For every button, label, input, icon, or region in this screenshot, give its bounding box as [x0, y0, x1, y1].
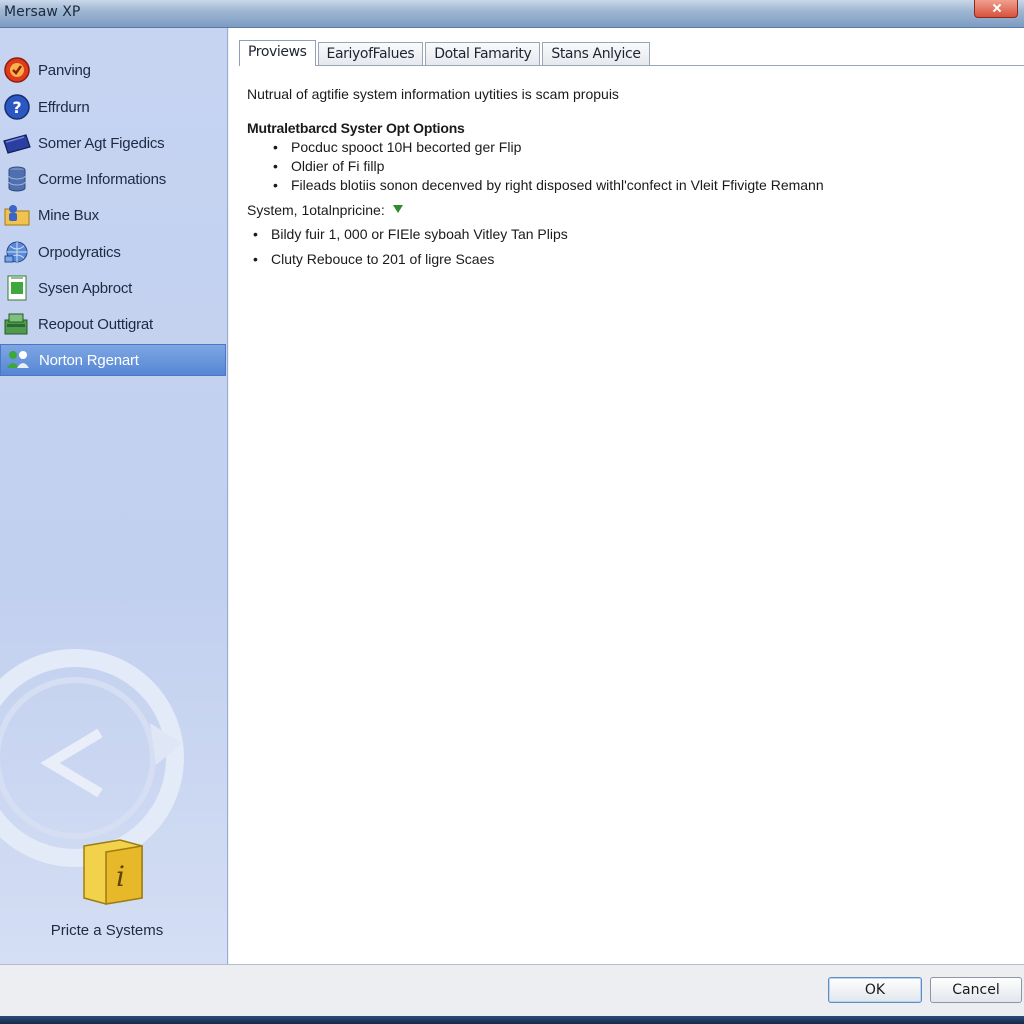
system-list: Bildy fuir 1, 000 or FIEle syboah Vitley… — [253, 226, 568, 276]
application-window: Mersaw XP Panving ? Effrdurn Somer Agt F… — [0, 0, 1024, 1024]
sidebar-item-label: Mine Bux — [38, 206, 99, 224]
system-dropdown[interactable]: System, 1otalnpricine: — [247, 202, 403, 218]
list-item: Bildy fuir 1, 000 or FIEle syboah Vitley… — [253, 226, 568, 251]
list-item: Oldier of Fi fillp — [273, 158, 824, 177]
close-button[interactable] — [974, 0, 1018, 18]
tab-dotal-famarity[interactable]: Dotal Famarity — [425, 42, 541, 66]
sidebar-item-panving[interactable]: Panving — [0, 54, 226, 86]
options-list: Pocduc spooct 10H becorted ger Flip Oldi… — [273, 139, 824, 196]
window-title: Mersaw XP — [4, 4, 81, 20]
svg-text:i: i — [116, 860, 125, 893]
sidebar-item-label: Sysen Apbroct — [38, 279, 133, 297]
sidebar-item-label: Effrdurn — [38, 98, 90, 116]
green-hardware-icon — [2, 309, 32, 339]
sidebar-item-label: Orpodyratics — [38, 243, 121, 261]
sidebar-item-mine-bux[interactable]: Mine Bux — [0, 199, 226, 231]
sidebar-item-label: Reopout Outtigrat — [38, 315, 154, 333]
sidebar-item-norton-rgenart[interactable]: Norton Rgenart — [0, 344, 226, 376]
sidebar-item-label: Corme Informations — [38, 170, 167, 188]
intro-text: Nutrual of agtifie system information uy… — [247, 86, 619, 102]
sidebar: Panving ? Effrdurn Somer Agt Figedics Co… — [0, 28, 228, 964]
dropdown-arrow-icon[interactable] — [392, 205, 403, 213]
taskbar — [0, 1016, 1024, 1024]
sidebar-item-reopout-outtigrat[interactable]: Reopout Outtigrat — [0, 308, 226, 340]
sidebar-item-orpodyratics[interactable]: Orpodyratics — [0, 236, 226, 268]
blue-help-icon: ? — [2, 92, 32, 122]
tab-strip: Proviews EariyofFalues Dotal Famarity St… — [239, 40, 652, 66]
button-bar: OK Cancel — [0, 964, 1024, 1016]
blue-device-icon — [2, 128, 32, 158]
sidebar-item-somer-agt-figedics[interactable]: Somer Agt Figedics — [0, 127, 226, 159]
tab-eariyoffalues[interactable]: EariyofFalues — [317, 42, 424, 66]
tab-stans-anlyice[interactable]: Stans Anlyice — [542, 42, 650, 66]
sidebar-item-effrdurn[interactable]: ? Effrdurn — [0, 91, 226, 123]
sidebar-caption: Pricte a Systems — [50, 922, 164, 939]
sidebar-item-label: Panving — [38, 61, 91, 79]
list-item: Cluty Rebouce to 201 of ligre Scaes — [253, 251, 568, 276]
system-label: System, 1otalnpricine: — [247, 202, 385, 218]
folder-person-icon — [2, 200, 32, 230]
main-panel: Proviews EariyofFalues Dotal Famarity St… — [229, 28, 1024, 964]
svg-text:?: ? — [12, 98, 21, 117]
tab-proviews[interactable]: Proviews — [239, 40, 316, 66]
list-item: Pocduc spooct 10H becorted ger Flip — [273, 139, 824, 158]
ok-button[interactable]: OK — [828, 977, 922, 1003]
sidebar-item-corme-informations[interactable]: Corme Informations — [0, 163, 226, 195]
green-document-icon — [2, 273, 32, 303]
title-bar[interactable]: Mersaw XP — [0, 0, 1024, 28]
list-item: Fileads blotiis sonon decenved by right … — [273, 177, 824, 196]
sidebar-item-label: Norton Rgenart — [39, 351, 139, 369]
cancel-button[interactable]: Cancel — [930, 977, 1022, 1003]
section-title: Mutraletbarcd Syster Opt Options — [247, 120, 465, 136]
tab-divider — [239, 65, 1024, 66]
red-shield-icon — [2, 55, 32, 85]
database-icon — [2, 164, 32, 194]
info-folder-icon: i — [83, 839, 143, 905]
network-globe-icon — [2, 237, 32, 267]
sidebar-item-sysen-apbroct[interactable]: Sysen Apbroct — [0, 272, 226, 304]
network-people-icon — [3, 345, 33, 375]
sidebar-item-label: Somer Agt Figedics — [38, 134, 165, 152]
